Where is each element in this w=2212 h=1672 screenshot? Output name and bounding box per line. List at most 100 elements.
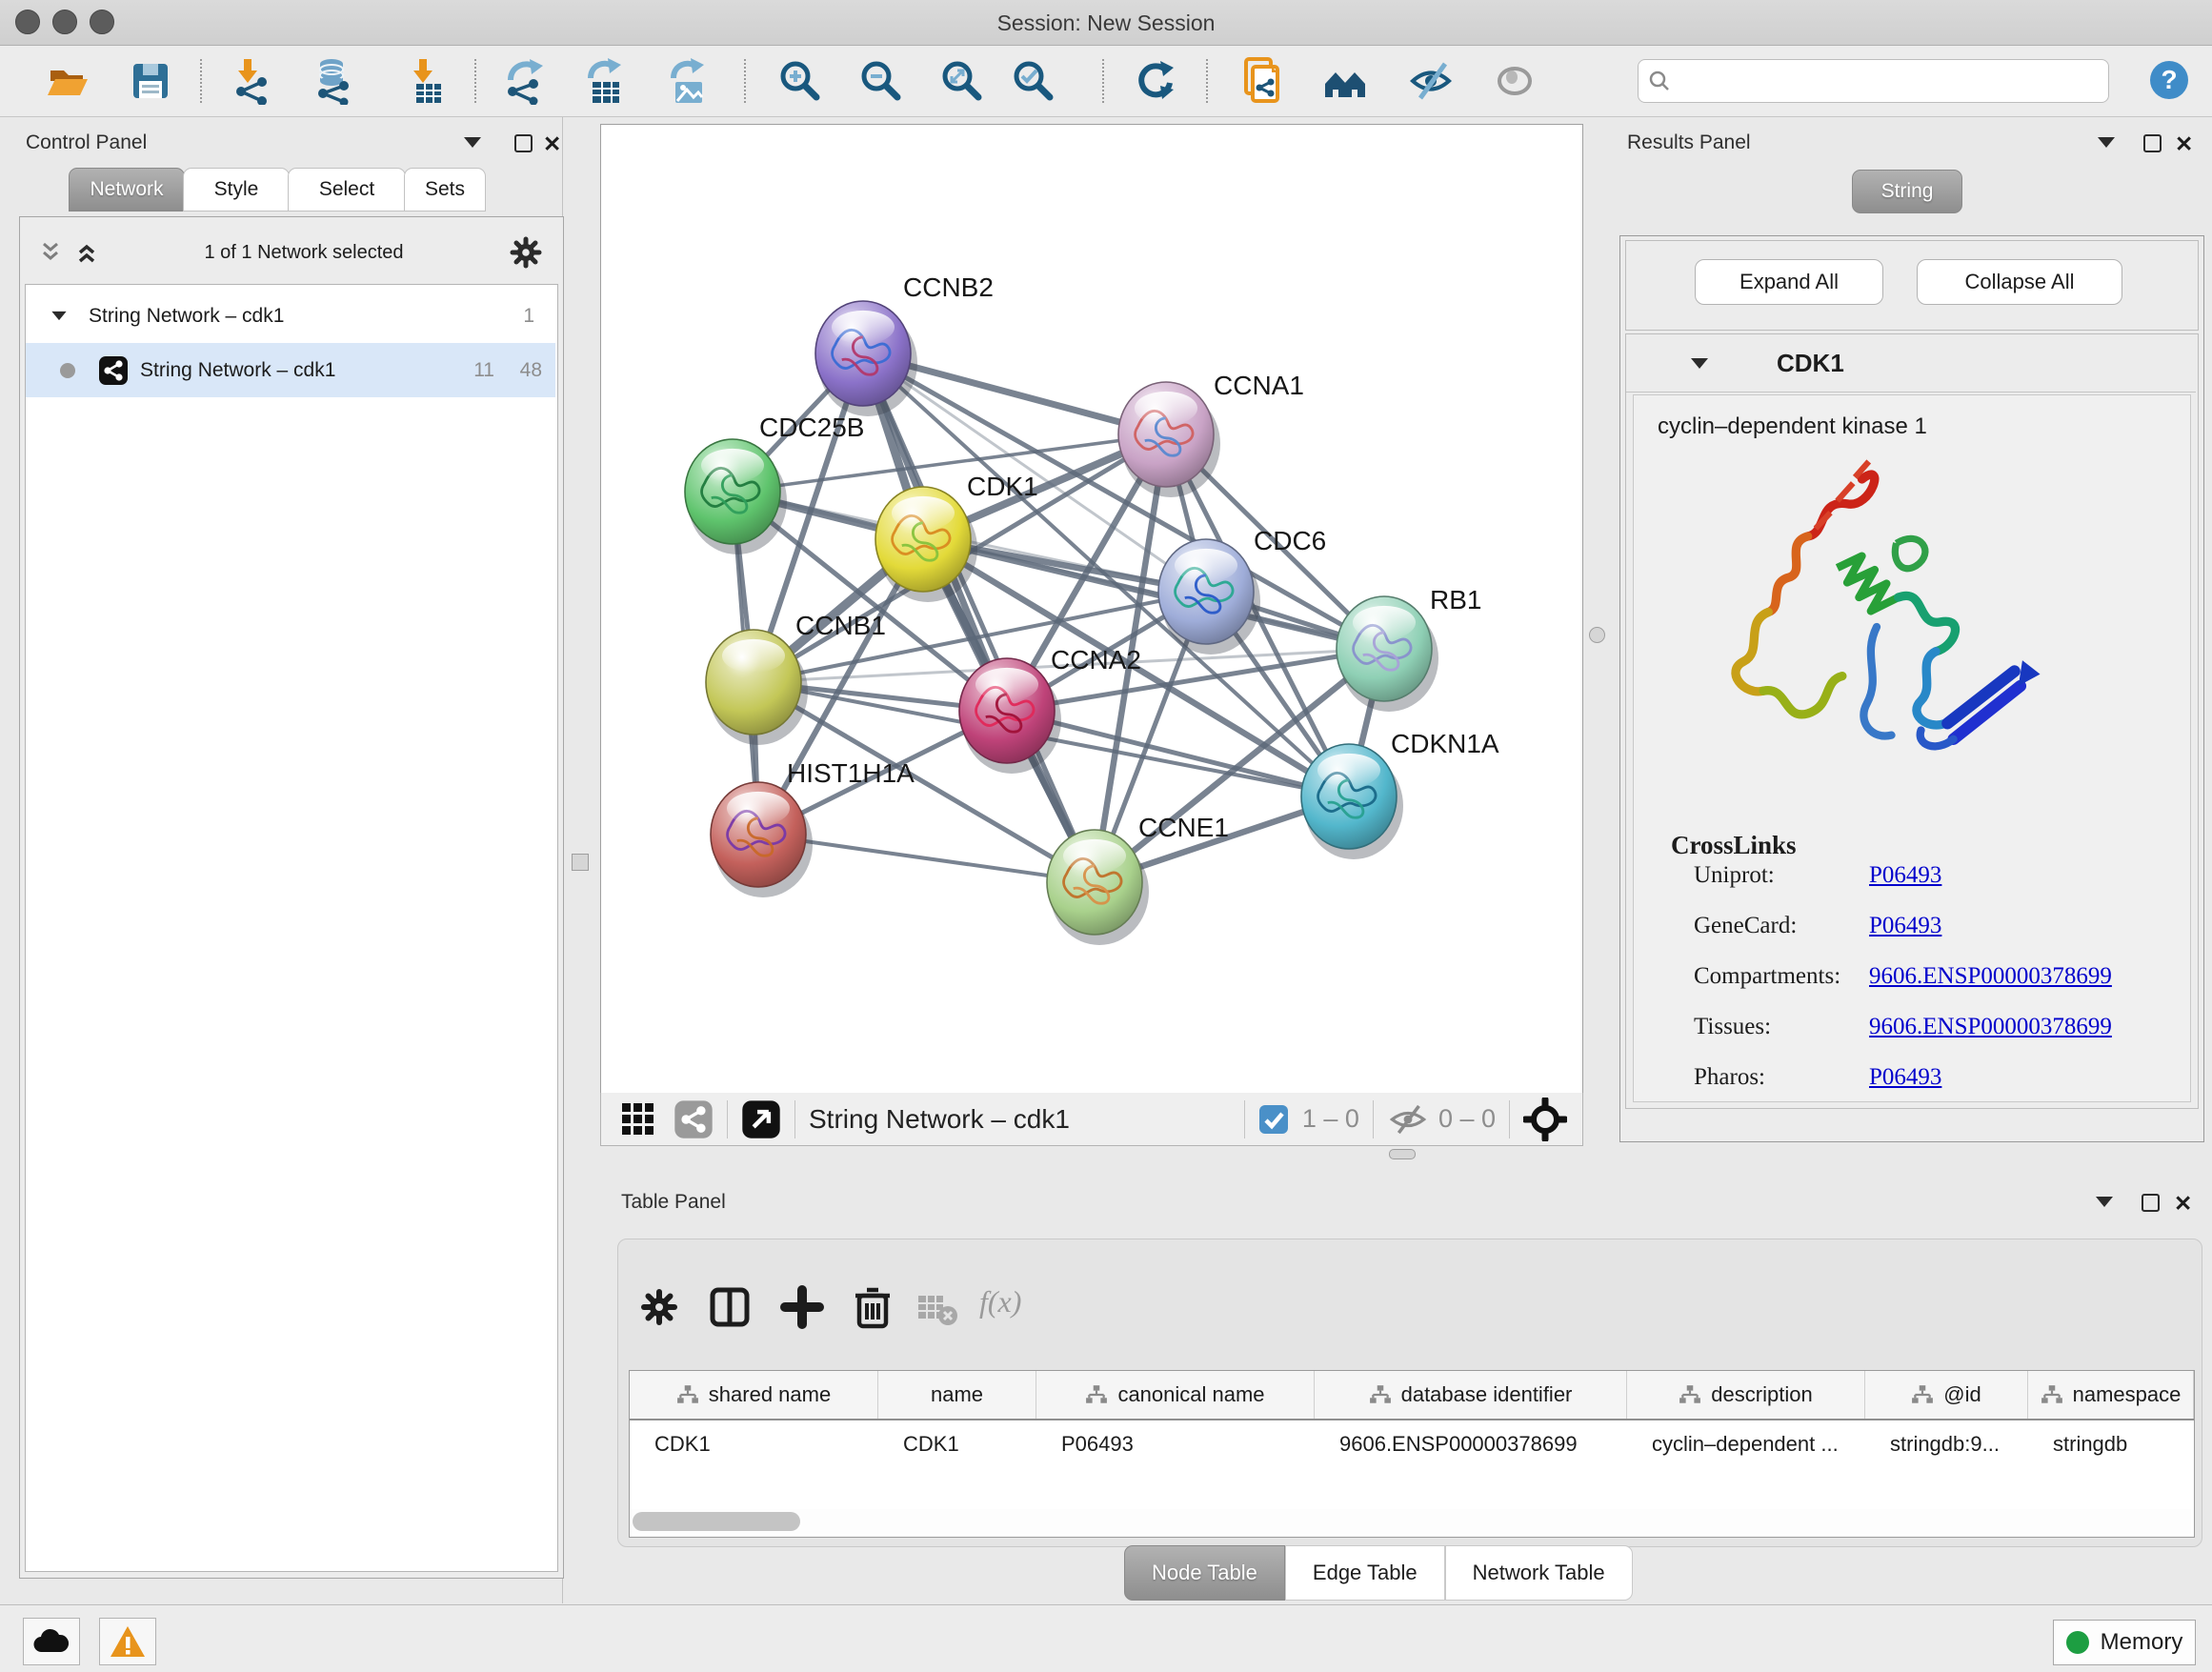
table-cell[interactable]: stringdb	[2028, 1420, 2194, 1468]
column-header-namespace[interactable]: namespace	[2028, 1371, 2194, 1419]
tab-style[interactable]: Style	[183, 168, 290, 212]
results-panel-menu-icon[interactable]	[2098, 137, 2115, 148]
results-panel-float-icon[interactable]	[2143, 134, 2162, 152]
crosslink-value-link[interactable]: P06493	[1869, 913, 1941, 939]
column-header-name[interactable]: name	[878, 1371, 1036, 1419]
column-header-canonical-name[interactable]: canonical name	[1036, 1371, 1315, 1419]
help-icon[interactable]: ?	[2148, 59, 2190, 101]
selected-checkbox-icon[interactable]	[1258, 1104, 1289, 1135]
network-collection-row[interactable]: String Network – cdk1 1	[26, 289, 555, 343]
network-label: String Network – cdk1	[140, 359, 335, 382]
import-network-database-icon[interactable]	[310, 57, 357, 105]
footer-separator	[1509, 1100, 1510, 1138]
add-column-icon[interactable]	[779, 1284, 825, 1330]
tab-string[interactable]: String	[1852, 170, 1962, 213]
node-HIST1H1A[interactable]	[711, 782, 813, 897]
table-cell[interactable]: P06493	[1036, 1420, 1315, 1468]
node-CDC25B[interactable]	[685, 439, 787, 554]
gene-entry-expander-icon[interactable]	[1691, 358, 1708, 369]
table-cell[interactable]: stringdb:9...	[1865, 1420, 2028, 1468]
detach-view-icon[interactable]	[741, 1099, 781, 1139]
save-session-icon[interactable]	[127, 57, 174, 105]
warning-icon	[109, 1624, 147, 1659]
search-field[interactable]	[1638, 59, 2109, 103]
column-header--id[interactable]: @id	[1865, 1371, 2028, 1419]
control-panel-close-icon[interactable]: ✕	[543, 133, 561, 155]
node-CCNB2[interactable]	[815, 301, 917, 416]
gene-entry-header[interactable]: CDK1	[1626, 334, 2196, 393]
table-panel-float-icon[interactable]	[2142, 1194, 2160, 1212]
collapse-all-icon[interactable]	[36, 240, 65, 265]
node-CCNA2[interactable]	[959, 658, 1061, 774]
control-panel-menu-icon[interactable]	[464, 137, 481, 148]
tab-edge-table[interactable]: Edge Table	[1285, 1545, 1445, 1601]
table-options-gear-icon[interactable]	[636, 1284, 682, 1330]
node-CCNA1[interactable]	[1118, 382, 1220, 497]
tab-node-table[interactable]: Node Table	[1124, 1545, 1285, 1601]
fit-content-crosshair-icon[interactable]	[1523, 1098, 1567, 1141]
zoom-selected-icon[interactable]	[1010, 57, 1057, 105]
home-icon[interactable]	[1321, 57, 1369, 105]
gene-description: cyclin–dependent kinase 1	[1658, 413, 1927, 440]
tab-select[interactable]: Select	[288, 168, 406, 212]
column-header-database-identifier[interactable]: database identifier	[1315, 1371, 1627, 1419]
show-columns-icon[interactable]	[707, 1284, 753, 1330]
network-view-toolbar: String Network – cdk1 1 – 0 0 – 0	[600, 1093, 1583, 1146]
tab-network[interactable]: Network	[69, 168, 185, 212]
zoom-fit-icon[interactable]	[938, 57, 986, 105]
crosslink-value-link[interactable]: P06493	[1869, 862, 1941, 889]
import-network-file-icon[interactable]	[228, 57, 275, 105]
export-table-icon[interactable]	[581, 57, 629, 105]
share-document-icon[interactable]	[1240, 57, 1288, 105]
hide-panel-eye-slash-icon[interactable]	[1407, 57, 1455, 105]
hidden-node-edge-counts: 0 – 0	[1438, 1104, 1496, 1134]
search-input[interactable]	[1677, 64, 2100, 98]
network-view-share-icon[interactable]	[674, 1099, 714, 1139]
node-CDKN1A[interactable]	[1301, 744, 1403, 859]
node-CDK1[interactable]	[875, 487, 977, 602]
show-panel-eye-icon[interactable]	[1491, 57, 1538, 105]
table-cell[interactable]: CDK1	[878, 1420, 1036, 1468]
refresh-icon[interactable]	[1132, 57, 1179, 105]
open-session-icon[interactable]	[43, 57, 90, 105]
export-network-icon[interactable]	[501, 57, 549, 105]
export-image-icon[interactable]	[664, 57, 712, 105]
table-cell[interactable]: CDK1	[630, 1420, 878, 1468]
table-panel-menu-icon[interactable]	[2096, 1197, 2113, 1207]
collapse-all-button[interactable]: Collapse All	[1917, 259, 2122, 305]
import-table-icon[interactable]	[403, 57, 451, 105]
zoom-out-icon[interactable]	[857, 57, 905, 105]
tab-sets[interactable]: Sets	[404, 168, 486, 212]
crosslink-value-link[interactable]: P06493	[1869, 1064, 1941, 1091]
table-scrollbar-thumb[interactable]	[633, 1512, 800, 1531]
delete-column-trash-icon[interactable]	[850, 1284, 895, 1330]
control-panel-float-icon[interactable]	[514, 134, 533, 152]
bottom-splitter-handle[interactable]	[1389, 1149, 1416, 1159]
tree-expander-icon[interactable]	[51, 312, 66, 320]
crosslink-value-link[interactable]: 9606.ENSP00000378699	[1869, 963, 2112, 990]
network-options-gear-icon[interactable]	[507, 233, 545, 272]
node-RB1[interactable]	[1337, 596, 1438, 712]
network-row-selected[interactable]: String Network – cdk1 11 48	[26, 343, 555, 397]
cloud-status-button[interactable]	[23, 1618, 80, 1665]
table-cell[interactable]: 9606.ENSP00000378699	[1315, 1420, 1627, 1468]
grid-view-icon[interactable]	[620, 1101, 656, 1138]
expand-all-button[interactable]: Expand All	[1695, 259, 1883, 305]
results-panel-close-icon[interactable]: ✕	[2175, 133, 2193, 155]
tab-network-table[interactable]: Network Table	[1445, 1545, 1633, 1601]
zoom-in-icon[interactable]	[776, 57, 824, 105]
left-splitter-handle[interactable]	[572, 854, 589, 871]
status-bar	[0, 1604, 2212, 1672]
memory-button[interactable]: Memory	[2053, 1620, 2196, 1665]
table-panel-close-icon[interactable]: ✕	[2174, 1193, 2192, 1215]
expand-all-icon[interactable]	[72, 240, 101, 265]
network-canvas[interactable]: CCNB2CCNA1CDC25BCDK1CDC6RB1CCNB1CCNA2CDK…	[600, 124, 1583, 1095]
table-horizontal-scrollbar[interactable]	[631, 1509, 2191, 1534]
right-splitter-handle[interactable]	[1589, 627, 1605, 643]
crosslink-value-link[interactable]: 9606.ENSP00000378699	[1869, 1014, 2112, 1040]
column-header-description[interactable]: description	[1627, 1371, 1865, 1419]
table-row[interactable]: CDK1CDK1P064939606.ENSP00000378699cyclin…	[630, 1420, 2194, 1468]
warnings-button[interactable]	[99, 1618, 156, 1665]
table-cell[interactable]: cyclin–dependent ...	[1627, 1420, 1865, 1468]
column-header-shared-name[interactable]: shared name	[630, 1371, 878, 1419]
